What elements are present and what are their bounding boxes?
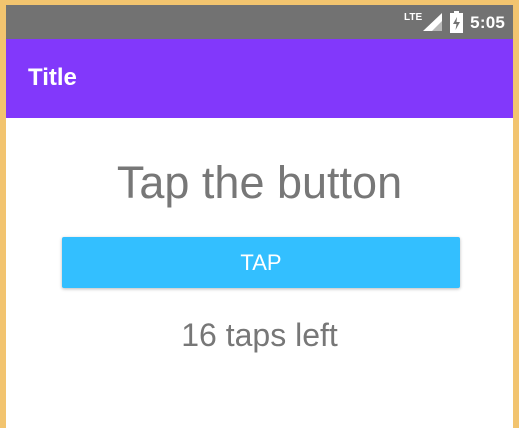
network-type-label: LTE <box>404 11 423 23</box>
tap-button[interactable]: TAP <box>62 237 460 288</box>
app-bar: Title <box>6 39 513 118</box>
instruction-text: Tap the button <box>116 157 403 208</box>
signal-icon <box>423 13 443 31</box>
main-content: Tap the button TAP 16 taps left <box>6 118 513 428</box>
status-bar: LTE 5:05 <box>6 5 513 39</box>
phone-screen: LTE 5:05 Title Tap the button TAP 16 tap <box>6 5 513 428</box>
status-icons: LTE 5:05 <box>404 5 505 39</box>
battery-charging-icon <box>450 11 464 33</box>
app-title: Title <box>28 63 77 91</box>
taps-left-counter: 16 taps left <box>181 317 338 353</box>
status-time: 5:05 <box>470 12 505 32</box>
